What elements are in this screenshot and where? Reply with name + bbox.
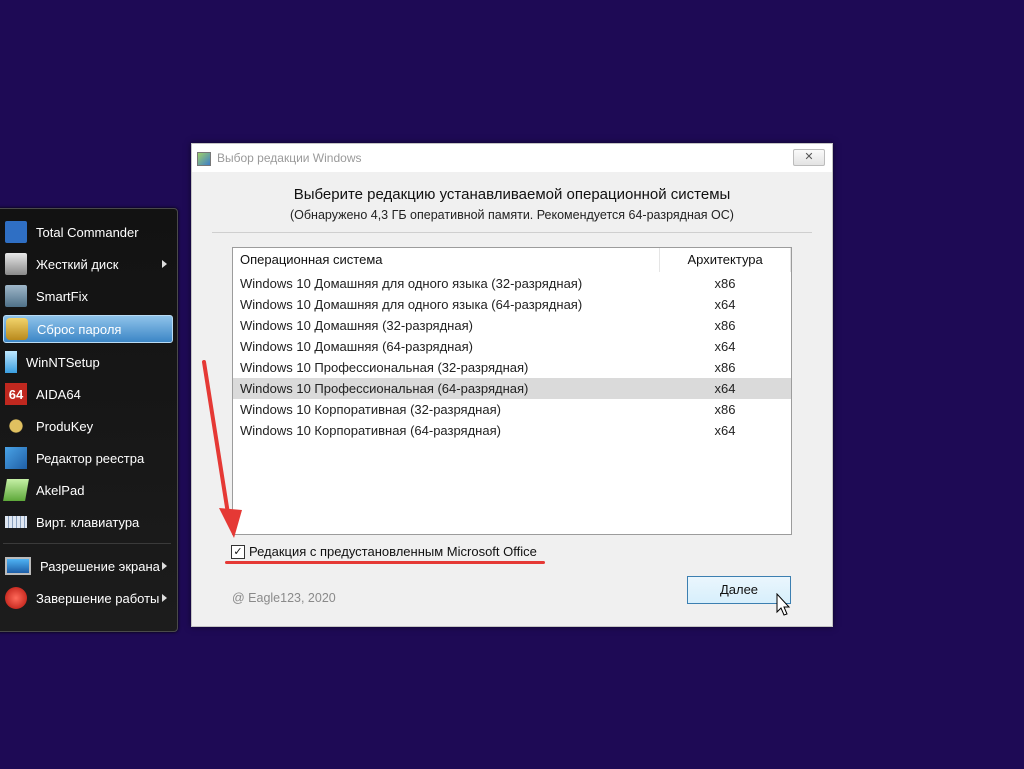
architecture-cell: x64 [714, 339, 736, 354]
menu-item-label: SmartFix [36, 288, 88, 304]
launcher-menu: Total Commander Жесткий диск SmartFix Сброс… [0, 208, 178, 632]
menu-item-label: AkelPad [36, 482, 85, 498]
menu-item-label: ProduKey [36, 418, 94, 434]
menu-item-label: Завершение работы [36, 590, 160, 606]
menu-item-notepad[interactable]: AkelPad [3, 474, 173, 506]
edition-select-dialog: Выбор редакции Windows ✕ Выберите редакц… [191, 143, 833, 627]
architecture-cell: x86 [714, 402, 736, 417]
column-header-arch[interactable]: Архитектура [660, 248, 791, 272]
power-icon [5, 587, 27, 609]
menu-item-label: WinNTSetup [26, 354, 100, 370]
menu-item-label: Разрешение экрана [40, 558, 160, 574]
menu-item-power[interactable]: Завершение работы [3, 582, 173, 614]
os-edition-cell: Windows 10 Корпоративная (32-разрядная) [240, 402, 501, 417]
menu-item-label: AIDA64 [36, 386, 81, 402]
column-header-os[interactable]: Операционная система [233, 248, 661, 272]
table-row[interactable]: Windows 10 Профессиональная (64-разрядна… [233, 378, 791, 399]
os-edition-cell: Windows 10 Домашняя (32-разрядная) [240, 318, 473, 333]
close-button[interactable]: ✕ [793, 149, 825, 166]
submenu-arrow-icon [162, 562, 167, 570]
menu-item-monitor[interactable]: Разрешение экрана [3, 550, 173, 582]
table-header: Операционная система Архитектура [233, 248, 791, 273]
architecture-cell: x64 [714, 381, 736, 396]
os-edition-cell: Windows 10 Профессиональная (32-разрядна… [240, 360, 529, 375]
menu-item-label: Редактор реестра [36, 450, 145, 466]
menu-item-keyboard[interactable]: Вирт. клавиатура [3, 506, 173, 538]
architecture-cell: x64 [714, 423, 736, 438]
architecture-cell: x86 [714, 360, 736, 375]
menu-item-label: Вирт. клавиатура [36, 514, 140, 530]
divider [212, 232, 812, 233]
hard-disk-tools-icon [5, 253, 27, 275]
os-edition-cell: Windows 10 Домашняя для одного языка (32… [240, 276, 583, 291]
author-credit: @ Eagle123, 2020 [232, 591, 336, 605]
office-checkbox-row[interactable]: ✓ Редакция с предустановленным Microsoft… [231, 544, 537, 559]
aida64-icon: 64 [5, 383, 27, 405]
table-row[interactable]: Windows 10 Домашняя для одного языка (64… [233, 294, 791, 315]
table-row[interactable]: Windows 10 Корпоративная (32-разрядная) x… [233, 399, 791, 420]
winntsetup-icon [5, 351, 17, 373]
os-edition-cell: Windows 10 Корпоративная (64-разрядная) [240, 423, 501, 438]
submenu-arrow-icon [162, 260, 167, 268]
menu-item-key[interactable]: ProduKey [3, 410, 173, 442]
os-edition-cell: Windows 10 Домашняя для одного языка (64… [240, 297, 583, 312]
dialog-title: Выбор редакции Windows [217, 151, 362, 165]
monitor-icon [5, 557, 31, 575]
edition-table[interactable]: Операционная система Архитектура Windows… [232, 247, 792, 535]
dialog-titlebar: Выбор редакции Windows ✕ [192, 144, 832, 172]
ram-info-text: (Обнаружено 4,3 ГБ оперативной памяти. Р… [290, 208, 734, 222]
menu-item-label: Сброс пароля [37, 321, 122, 337]
architecture-cell: x64 [714, 297, 736, 312]
menu-item-registry-editor[interactable]: Редактор реестра [3, 442, 173, 474]
annotation-underline [225, 561, 545, 564]
office-checkbox[interactable]: ✓ [231, 544, 245, 559]
menu-item-keys[interactable]: Сброс пароля [3, 315, 173, 343]
smartfix-icon [5, 285, 27, 307]
table-row[interactable]: Windows 10 Домашняя (64-разрядная) x64 [233, 336, 791, 357]
table-row[interactable]: Windows 10 Домашняя (32-разрядная) x86 [233, 315, 791, 336]
app-icon [197, 152, 211, 166]
submenu-arrow-icon [162, 594, 167, 602]
keyboard-icon [5, 516, 27, 528]
menu-separator [3, 543, 171, 544]
office-checkbox-label[interactable]: Редакция с предустановленным Microsoft O… [249, 544, 537, 559]
menu-item-label: Жесткий диск [36, 256, 119, 272]
menu-item-winntsetup[interactable]: WinNTSetup [3, 346, 173, 378]
table-row[interactable]: Windows 10 Домашняя для одного языка (32… [233, 273, 791, 294]
menu-item-hard-disk-tools[interactable]: Жесткий диск [3, 248, 173, 280]
menu-item-smartfix[interactable]: SmartFix [3, 280, 173, 312]
architecture-cell: x86 [714, 276, 736, 291]
os-edition-cell: Windows 10 Домашняя (64-разрядная) [240, 339, 473, 354]
keys-icon [6, 318, 28, 340]
floppy-disk-icon [5, 221, 27, 243]
architecture-cell: x86 [714, 318, 736, 333]
table-row[interactable]: Windows 10 Корпоративная (64-разрядная) x… [233, 420, 791, 441]
menu-item-aida64[interactable]: 64 AIDA64 [3, 378, 173, 410]
os-edition-cell: Windows 10 Профессиональная (64-разрядна… [240, 381, 529, 396]
dialog-heading: Выберите редакцию устанавливаемой операц… [293, 186, 731, 203]
menu-item-floppy-disk[interactable]: Total Commander [3, 216, 173, 248]
mouse-cursor-icon [776, 593, 791, 616]
key-icon [5, 415, 27, 437]
registry-editor-icon [5, 447, 27, 469]
menu-item-label: Total Commander [36, 224, 139, 240]
notepad-icon [3, 479, 29, 501]
table-row[interactable]: Windows 10 Профессиональная (32-разрядна… [233, 357, 791, 378]
